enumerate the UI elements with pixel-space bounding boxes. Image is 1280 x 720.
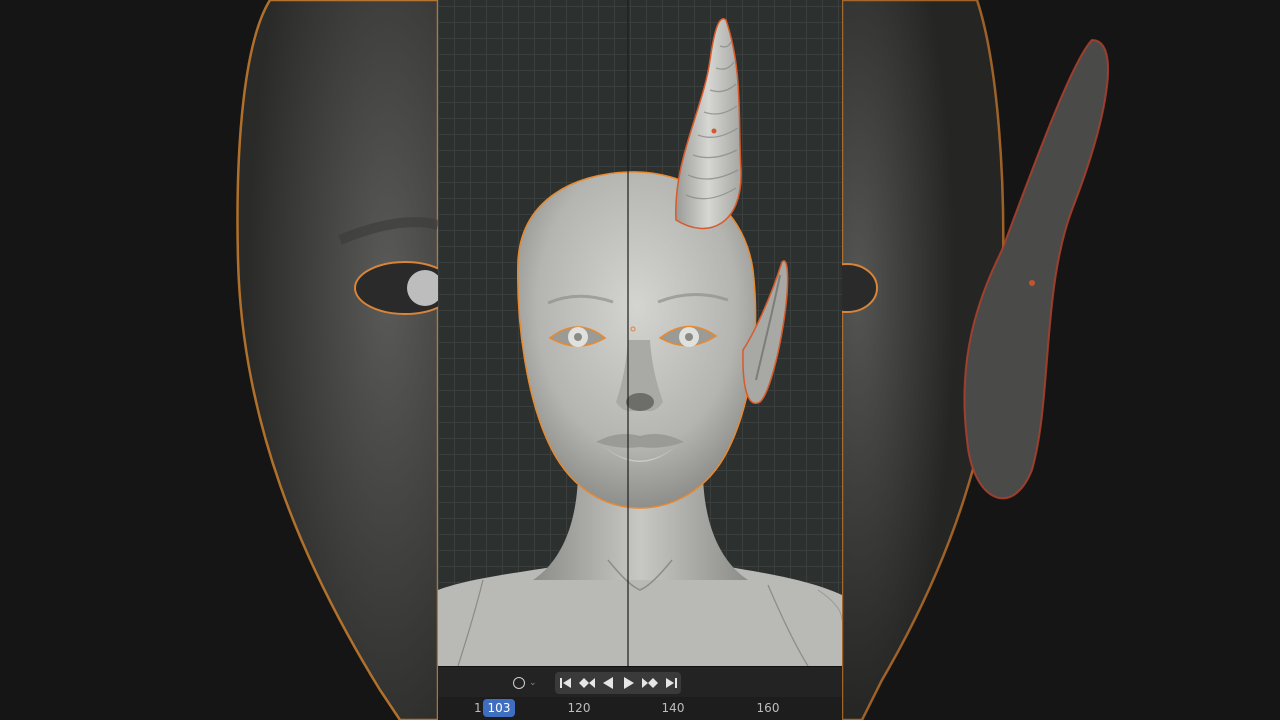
play-reverse-icon <box>602 677 613 689</box>
3d-viewport[interactable] <box>438 0 842 666</box>
timeline-editor: ⌄ 1 103 120 140 160 <box>438 666 842 720</box>
jump-start-button[interactable] <box>556 673 576 693</box>
tick-label: 140 <box>661 701 685 715</box>
chevron-down-icon: ⌄ <box>529 678 537 688</box>
frame-ruler[interactable]: 1 103 120 140 160 <box>438 696 842 720</box>
background-right-blur <box>842 0 1280 720</box>
horn-mesh[interactable] <box>675 18 742 230</box>
jump-end-button[interactable] <box>661 673 681 693</box>
playback-buttons <box>555 672 681 694</box>
play-button[interactable] <box>619 673 639 693</box>
background-right-art <box>842 0 1109 720</box>
prev-keyframe-icon <box>578 678 595 688</box>
tick-label: 160 <box>756 701 780 715</box>
tick-label: 120 <box>567 701 591 715</box>
current-frame-indicator[interactable]: 103 <box>483 699 515 717</box>
background-left-art <box>236 0 438 720</box>
tick-label-partial: 1 <box>474 701 482 715</box>
next-keyframe-button[interactable] <box>640 673 660 693</box>
play-reverse-button[interactable] <box>598 673 618 693</box>
jump-start-icon <box>559 678 571 688</box>
prev-keyframe-button[interactable] <box>577 673 597 693</box>
keying-dropdown[interactable]: ⌄ <box>508 674 544 692</box>
circle-icon <box>513 677 525 689</box>
background-left-blur <box>0 0 438 720</box>
playback-controls-row: ⌄ <box>438 666 842 697</box>
jump-end-icon <box>665 678 677 688</box>
play-icon <box>623 677 634 689</box>
next-keyframe-icon <box>641 678 658 688</box>
sculpt-model <box>438 0 842 666</box>
